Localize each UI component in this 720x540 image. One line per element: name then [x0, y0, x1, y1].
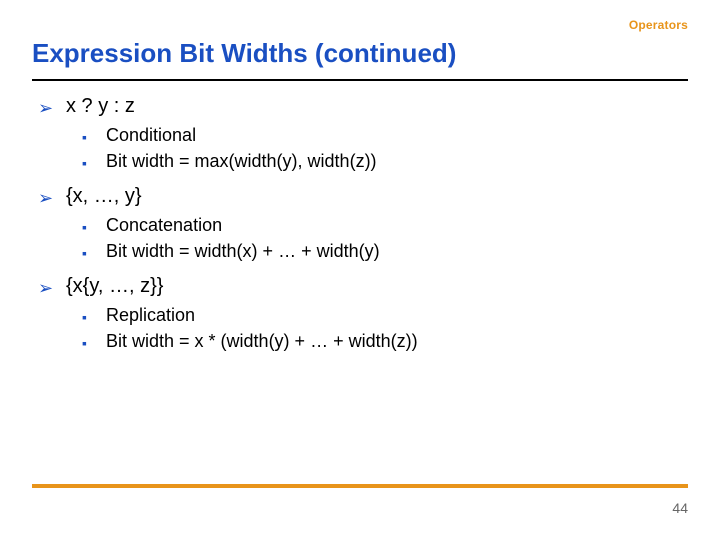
bullet-level2: ▪ Bit width = width(x) + … + width(y) [82, 241, 688, 265]
square-icon: ▪ [82, 215, 96, 239]
bullet-text: Bit width = width(x) + … + width(y) [106, 241, 380, 262]
bullet-level2: ▪ Replication [82, 305, 688, 329]
bullet-text: Conditional [106, 125, 196, 146]
square-icon: ▪ [82, 241, 96, 265]
slide: Operators Expression Bit Widths (continu… [0, 0, 720, 540]
bullet-level2: ▪ Concatenation [82, 215, 688, 239]
square-icon: ▪ [82, 331, 96, 355]
page-number: 44 [672, 500, 688, 516]
title-divider [32, 79, 688, 81]
sub-bullets: ▪ Concatenation ▪ Bit width = width(x) +… [38, 215, 688, 265]
bullet-text: {x{y, …, z}} [66, 275, 163, 298]
square-icon: ▪ [82, 305, 96, 329]
bullet-level2: ▪ Bit width = x * (width(y) + … + width(… [82, 331, 688, 355]
bullet-level2: ▪ Conditional [82, 125, 688, 149]
bullet-level1: ➢ x ? y : z [38, 95, 688, 121]
square-icon: ▪ [82, 125, 96, 149]
page-title: Expression Bit Widths (continued) [32, 38, 688, 69]
bullet-text: Bit width = max(width(y), width(z)) [106, 151, 377, 172]
sub-bullets: ▪ Replication ▪ Bit width = x * (width(y… [38, 305, 688, 355]
section-topic: Operators [629, 18, 688, 32]
bullet-text: {x, …, y} [66, 185, 142, 208]
arrow-icon: ➢ [38, 185, 56, 211]
bullet-level2: ▪ Bit width = max(width(y), width(z)) [82, 151, 688, 175]
arrow-icon: ➢ [38, 275, 56, 301]
bullet-text: Replication [106, 305, 195, 326]
square-icon: ▪ [82, 151, 96, 175]
footer-divider [32, 484, 688, 488]
bullet-text: Bit width = x * (width(y) + … + width(z)… [106, 331, 418, 352]
sub-bullets: ▪ Conditional ▪ Bit width = max(width(y)… [38, 125, 688, 175]
bullet-level1: ➢ {x{y, …, z}} [38, 275, 688, 301]
bullet-level1: ➢ {x, …, y} [38, 185, 688, 211]
content-area: ➢ x ? y : z ▪ Conditional ▪ Bit width = … [32, 95, 688, 355]
bullet-text: x ? y : z [66, 95, 135, 118]
arrow-icon: ➢ [38, 95, 56, 121]
bullet-text: Concatenation [106, 215, 222, 236]
